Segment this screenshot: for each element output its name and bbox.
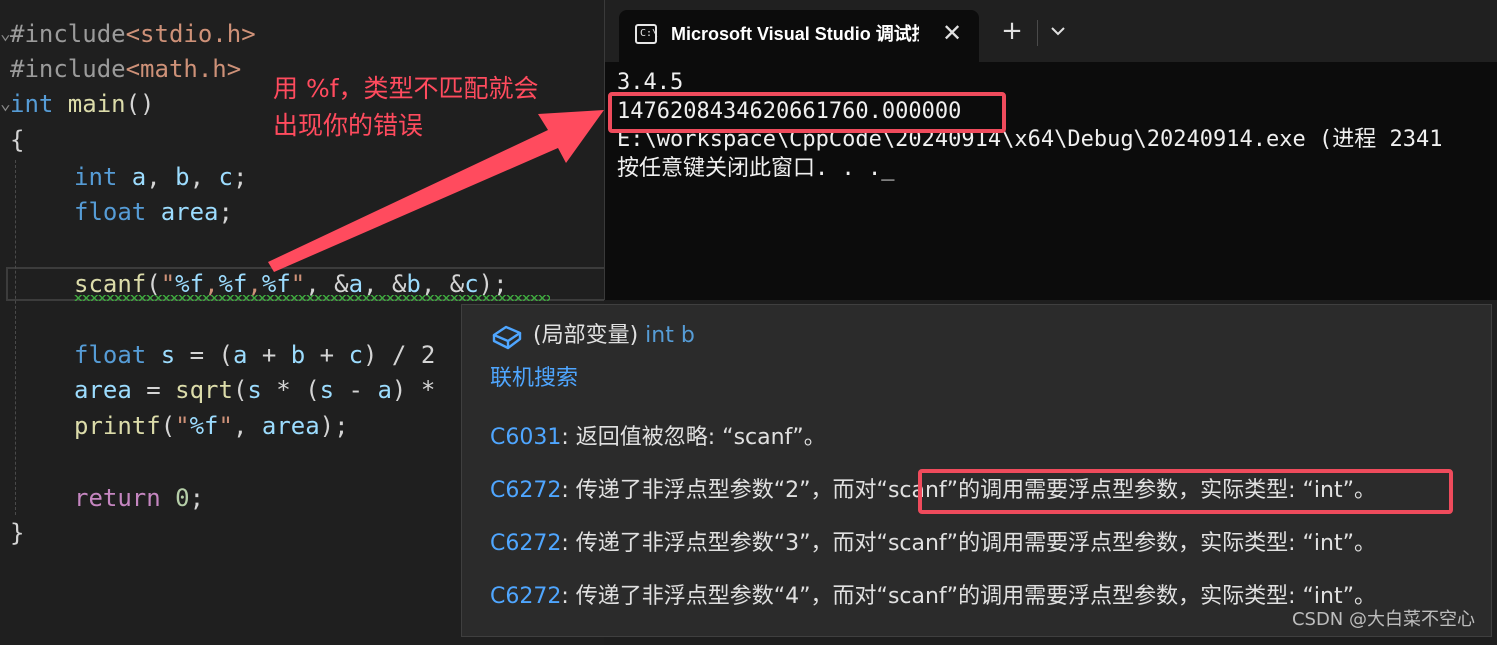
- fold-chevron-icon[interactable]: ⌄: [0, 87, 11, 121]
- terminal-icon: C:\: [635, 24, 658, 44]
- annotation-line-1: 用 %f，类型不匹配就会: [273, 74, 539, 103]
- hover-tooltip[interactable]: (局部变量) int b 联机搜索 C6031: 返回值被忽略: “scanf”…: [461, 304, 1492, 637]
- code-line-4[interactable]: {: [10, 123, 24, 157]
- warning-code-link[interactable]: C6272: [490, 584, 561, 609]
- fold-chevron-icon[interactable]: ⌄: [0, 17, 11, 51]
- warning-code-link[interactable]: C6272: [490, 478, 561, 503]
- code-line-11[interactable]: return 0;: [74, 481, 204, 515]
- chevron-down-icon[interactable]: [1045, 18, 1071, 44]
- new-tab-button[interactable]: +: [997, 16, 1027, 46]
- watermark: CSDN @大白菜不空心: [1291, 609, 1475, 630]
- output-highlight-box: [608, 92, 1006, 133]
- console-tab[interactable]: C:\ Microsoft Visual Studio 调试控制台 ✕: [619, 10, 979, 62]
- warning-message: C6272: 传递了非浮点型参数“3”，而对“scanf”的调用需要浮点型参数，…: [490, 531, 1376, 556]
- code-line-9[interactable]: area = sqrt(s * (s - a) *: [74, 373, 435, 407]
- warning-message: C6272: 传递了非浮点型参数“4”，而对“scanf”的调用需要浮点型参数，…: [490, 584, 1376, 609]
- indent-guide: [15, 160, 16, 515]
- tab-close-button[interactable]: ✕: [937, 18, 967, 48]
- message-highlight-box: [918, 469, 1453, 514]
- console-tab-title: Microsoft Visual Studio 调试控制台: [671, 24, 919, 44]
- warning-message: C6031: 返回值被忽略: “scanf”。: [490, 425, 826, 450]
- debug-console-window[interactable]: C:\ Microsoft Visual Studio 调试控制台 ✕ + 3.…: [604, 0, 1497, 300]
- search-online-link[interactable]: 联机搜索: [490, 362, 578, 396]
- code-line-2[interactable]: #include<math.h>: [10, 52, 241, 86]
- code-line-6[interactable]: float area;: [74, 195, 233, 229]
- annotation-text: 用 %f，类型不匹配就会 出现你的错误: [273, 70, 593, 144]
- annotation-line-2: 出现你的错误: [273, 111, 424, 140]
- code-line-8[interactable]: float s = (a + b + c) / 2: [74, 338, 435, 372]
- warning-code-link[interactable]: C6031: [490, 425, 561, 450]
- code-line-12[interactable]: }: [10, 516, 24, 550]
- warning-squiggle[interactable]: [74, 295, 550, 301]
- code-line-1[interactable]: #include<stdio.h>: [10, 17, 256, 51]
- tooltip-header: (局部变量) int b: [533, 323, 695, 348]
- console-titlebar[interactable]: C:\ Microsoft Visual Studio 调试控制台 ✕ +: [605, 0, 1497, 62]
- code-line-5[interactable]: int a, b, c;: [74, 160, 247, 194]
- console-output-line: 按任意键关闭此窗口. . ._: [617, 156, 895, 181]
- titlebar-divider: [1037, 20, 1038, 46]
- code-line-3[interactable]: int main(): [10, 87, 155, 121]
- code-line-10[interactable]: printf("%f", area);: [74, 409, 349, 443]
- warning-code-link[interactable]: C6272: [490, 531, 561, 556]
- local-variable-icon: [490, 321, 524, 351]
